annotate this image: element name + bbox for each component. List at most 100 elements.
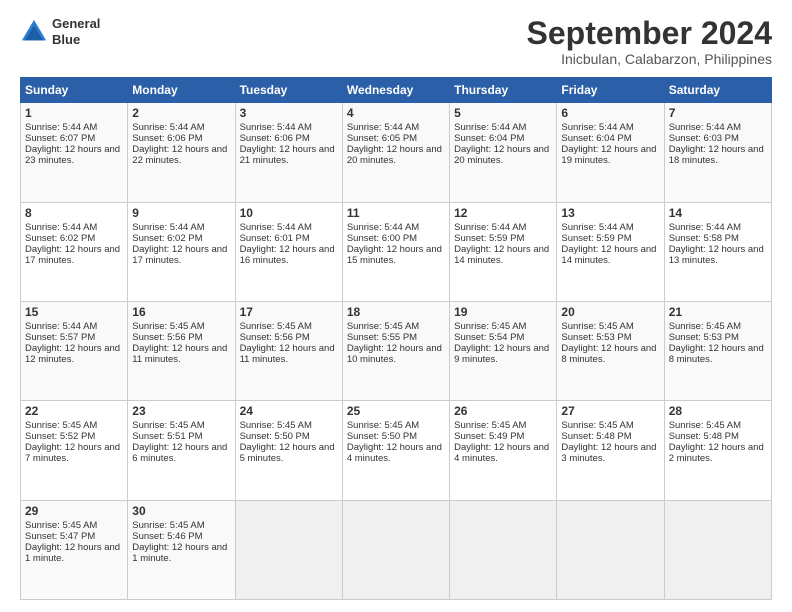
sunset-label: Sunset: 5:55 PM (347, 332, 417, 343)
day-number: 20 (561, 305, 659, 319)
sunrise-label: Sunrise: 5:44 AM (669, 122, 741, 133)
title-block: September 2024 Inicbulan, Calabarzon, Ph… (527, 16, 772, 67)
daylight-label: Daylight: 12 hours and 9 minutes. (454, 343, 549, 365)
col-tuesday: Tuesday (235, 78, 342, 103)
sunset-label: Sunset: 6:02 PM (132, 233, 202, 244)
sunset-label: Sunset: 5:56 PM (132, 332, 202, 343)
calendar-cell: 29Sunrise: 5:45 AMSunset: 5:47 PMDayligh… (21, 500, 128, 599)
daylight-label: Daylight: 12 hours and 20 minutes. (454, 144, 549, 166)
sunrise-label: Sunrise: 5:44 AM (25, 122, 97, 133)
day-number: 29 (25, 504, 123, 518)
day-number: 2 (132, 106, 230, 120)
calendar-cell: 6Sunrise: 5:44 AMSunset: 6:04 PMDaylight… (557, 103, 664, 202)
day-number: 4 (347, 106, 445, 120)
calendar-cell: 11Sunrise: 5:44 AMSunset: 6:00 PMDayligh… (342, 202, 449, 301)
page: General Blue September 2024 Inicbulan, C… (0, 0, 792, 612)
calendar-cell: 4Sunrise: 5:44 AMSunset: 6:05 PMDaylight… (342, 103, 449, 202)
col-saturday: Saturday (664, 78, 771, 103)
calendar-cell: 24Sunrise: 5:45 AMSunset: 5:50 PMDayligh… (235, 401, 342, 500)
sunset-label: Sunset: 6:03 PM (669, 133, 739, 144)
daylight-label: Daylight: 12 hours and 21 minutes. (240, 144, 335, 166)
calendar-cell: 8Sunrise: 5:44 AMSunset: 6:02 PMDaylight… (21, 202, 128, 301)
sunset-label: Sunset: 5:56 PM (240, 332, 310, 343)
calendar-cell: 27Sunrise: 5:45 AMSunset: 5:48 PMDayligh… (557, 401, 664, 500)
sunset-label: Sunset: 5:54 PM (454, 332, 524, 343)
daylight-label: Daylight: 12 hours and 19 minutes. (561, 144, 656, 166)
day-number: 8 (25, 206, 123, 220)
sunrise-label: Sunrise: 5:44 AM (669, 222, 741, 233)
calendar-cell: 23Sunrise: 5:45 AMSunset: 5:51 PMDayligh… (128, 401, 235, 500)
daylight-label: Daylight: 12 hours and 13 minutes. (669, 244, 764, 266)
calendar-cell: 21Sunrise: 5:45 AMSunset: 5:53 PMDayligh… (664, 301, 771, 400)
sunrise-label: Sunrise: 5:45 AM (454, 420, 526, 431)
day-number: 24 (240, 404, 338, 418)
day-number: 12 (454, 206, 552, 220)
sunrise-label: Sunrise: 5:45 AM (240, 420, 312, 431)
sunrise-label: Sunrise: 5:45 AM (25, 520, 97, 531)
main-title: September 2024 (527, 16, 772, 51)
sunset-label: Sunset: 5:49 PM (454, 431, 524, 442)
daylight-label: Daylight: 12 hours and 4 minutes. (454, 442, 549, 464)
day-number: 16 (132, 305, 230, 319)
day-number: 11 (347, 206, 445, 220)
calendar-cell: 15Sunrise: 5:44 AMSunset: 5:57 PMDayligh… (21, 301, 128, 400)
daylight-label: Daylight: 12 hours and 16 minutes. (240, 244, 335, 266)
sunrise-label: Sunrise: 5:45 AM (240, 321, 312, 332)
day-number: 14 (669, 206, 767, 220)
calendar-cell (450, 500, 557, 599)
calendar-cell: 30Sunrise: 5:45 AMSunset: 5:46 PMDayligh… (128, 500, 235, 599)
sunrise-label: Sunrise: 5:45 AM (347, 420, 419, 431)
daylight-label: Daylight: 12 hours and 2 minutes. (669, 442, 764, 464)
daylight-label: Daylight: 12 hours and 3 minutes. (561, 442, 656, 464)
sunrise-label: Sunrise: 5:44 AM (25, 321, 97, 332)
calendar-cell: 9Sunrise: 5:44 AMSunset: 6:02 PMDaylight… (128, 202, 235, 301)
sunrise-label: Sunrise: 5:44 AM (561, 122, 633, 133)
sunrise-label: Sunrise: 5:44 AM (132, 222, 204, 233)
daylight-label: Daylight: 12 hours and 10 minutes. (347, 343, 442, 365)
calendar-cell: 1Sunrise: 5:44 AMSunset: 6:07 PMDaylight… (21, 103, 128, 202)
day-number: 21 (669, 305, 767, 319)
logo-icon (20, 18, 48, 46)
sunset-label: Sunset: 6:05 PM (347, 133, 417, 144)
sunset-label: Sunset: 5:46 PM (132, 531, 202, 542)
sunrise-label: Sunrise: 5:45 AM (132, 420, 204, 431)
sunrise-label: Sunrise: 5:44 AM (347, 222, 419, 233)
day-number: 9 (132, 206, 230, 220)
sunrise-label: Sunrise: 5:45 AM (132, 321, 204, 332)
sunrise-label: Sunrise: 5:45 AM (347, 321, 419, 332)
calendar-cell (342, 500, 449, 599)
logo: General Blue (20, 16, 100, 47)
daylight-label: Daylight: 12 hours and 14 minutes. (561, 244, 656, 266)
sunset-label: Sunset: 5:48 PM (669, 431, 739, 442)
calendar-cell: 28Sunrise: 5:45 AMSunset: 5:48 PMDayligh… (664, 401, 771, 500)
day-number: 1 (25, 106, 123, 120)
calendar-cell (557, 500, 664, 599)
week-row-4: 22Sunrise: 5:45 AMSunset: 5:52 PMDayligh… (21, 401, 772, 500)
sunset-label: Sunset: 6:02 PM (25, 233, 95, 244)
day-number: 10 (240, 206, 338, 220)
sunrise-label: Sunrise: 5:45 AM (454, 321, 526, 332)
sunset-label: Sunset: 5:52 PM (25, 431, 95, 442)
calendar-cell (235, 500, 342, 599)
sunset-label: Sunset: 5:53 PM (669, 332, 739, 343)
week-row-3: 15Sunrise: 5:44 AMSunset: 5:57 PMDayligh… (21, 301, 772, 400)
sunset-label: Sunset: 5:53 PM (561, 332, 631, 343)
calendar-cell: 20Sunrise: 5:45 AMSunset: 5:53 PMDayligh… (557, 301, 664, 400)
daylight-label: Daylight: 12 hours and 11 minutes. (240, 343, 335, 365)
col-friday: Friday (557, 78, 664, 103)
daylight-label: Daylight: 12 hours and 14 minutes. (454, 244, 549, 266)
sunrise-label: Sunrise: 5:44 AM (347, 122, 419, 133)
sunset-label: Sunset: 6:04 PM (454, 133, 524, 144)
calendar-cell: 16Sunrise: 5:45 AMSunset: 5:56 PMDayligh… (128, 301, 235, 400)
calendar-cell: 5Sunrise: 5:44 AMSunset: 6:04 PMDaylight… (450, 103, 557, 202)
sunrise-label: Sunrise: 5:45 AM (561, 420, 633, 431)
calendar-table: Sunday Monday Tuesday Wednesday Thursday… (20, 77, 772, 600)
sunset-label: Sunset: 5:59 PM (561, 233, 631, 244)
sunrise-label: Sunrise: 5:45 AM (561, 321, 633, 332)
sunset-label: Sunset: 5:59 PM (454, 233, 524, 244)
calendar-cell (664, 500, 771, 599)
sunset-label: Sunset: 5:47 PM (25, 531, 95, 542)
daylight-label: Daylight: 12 hours and 22 minutes. (132, 144, 227, 166)
sunrise-label: Sunrise: 5:45 AM (132, 520, 204, 531)
logo-line1: General (52, 16, 100, 32)
